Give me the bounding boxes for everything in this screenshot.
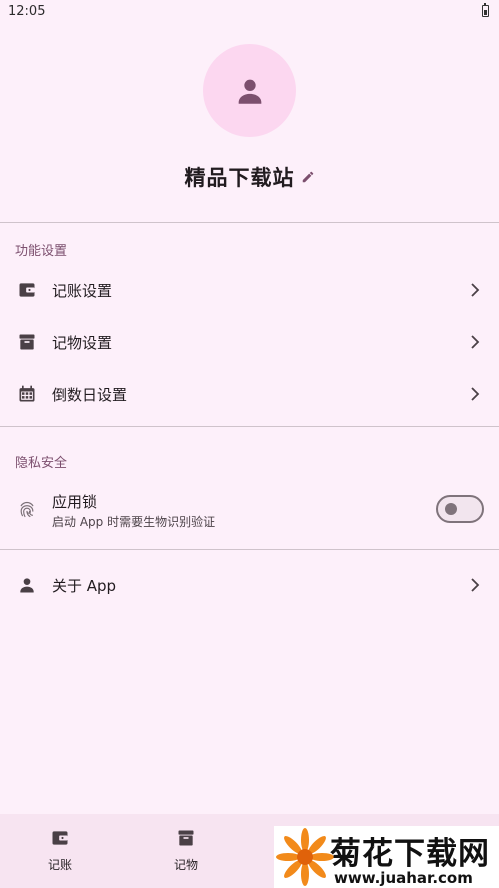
menu-item-label: 记账设置 [52,281,113,300]
menu-item-bookkeeping-settings[interactable]: 记账设置 [0,266,499,314]
battery-icon [482,3,489,17]
section-title-privacy: 隐私安全 [15,456,68,471]
wallet-icon [17,280,37,300]
status-time: 12:05 [8,3,46,19]
profile-name-row[interactable]: 精品下载站 [0,160,499,194]
profile-name: 精品下载站 [184,166,295,190]
nav-label: 记物 [173,858,198,872]
app-lock-subtitle: 启动 App 时需要生物识别验证 [52,515,216,529]
watermark-url: www.juahar.com [334,869,473,887]
status-bar: 12:05 [0,0,499,22]
archive-box-icon [17,332,37,352]
section-title-features: 功能设置 [15,244,68,259]
divider [0,549,499,550]
app-lock-row[interactable]: 应用锁 启动 App 时需要生物识别验证 [0,485,499,537]
pencil-icon[interactable] [301,170,315,184]
watermark: 菊花下载网 www.juahar.com [274,826,499,888]
nav-label: 记账 [47,858,72,872]
chevron-right-icon [471,387,480,401]
nav-tab-items[interactable]: 记物 [146,814,226,888]
menu-item-about-app[interactable]: 关于 App [0,561,499,609]
menu-item-label: 记物设置 [52,333,113,352]
watermark-title: 菊花下载网 [330,836,490,872]
chrysanthemum-logo-icon [276,828,334,886]
divider [0,222,499,223]
app-lock-toggle[interactable] [436,495,484,523]
toggle-knob [445,503,457,515]
menu-item-label: 关于 App [52,576,117,595]
menu-item-countdown-settings[interactable]: 倒数日设置 [0,370,499,418]
person-icon [238,79,261,104]
chevron-right-icon [471,335,480,349]
menu-item-item-settings[interactable]: 记物设置 [0,318,499,366]
chevron-right-icon [471,283,480,297]
app-lock-title: 应用锁 [52,493,98,511]
archive-box-icon [178,830,194,846]
person-icon [17,575,37,595]
menu-item-label: 倒数日设置 [52,385,128,404]
fingerprint-icon [20,501,34,518]
calendar-icon [17,384,37,404]
nav-tab-bookkeeping[interactable]: 记账 [20,814,100,888]
avatar[interactable] [203,44,296,137]
wallet-icon [52,831,68,845]
divider [0,426,499,427]
chevron-right-icon [471,578,480,592]
